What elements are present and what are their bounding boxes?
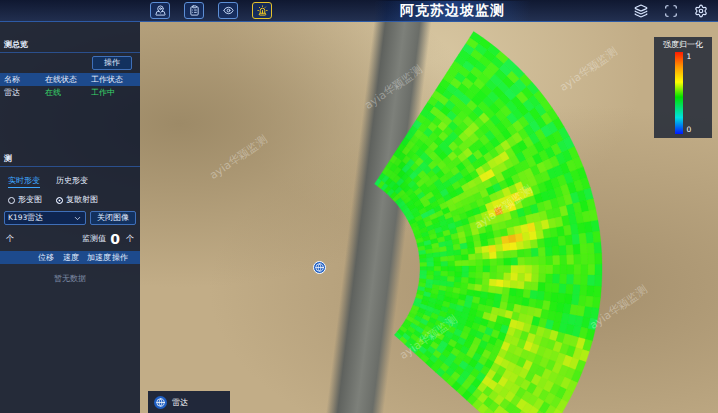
legend-ticks: 10 xyxy=(687,52,692,134)
select-row: K193雷达关闭图像 xyxy=(0,208,140,228)
action-group xyxy=(632,2,710,20)
monitor-table-header: 位移速度加速度操作 xyxy=(0,251,140,264)
alarm-icon xyxy=(257,5,268,16)
globe-icon xyxy=(315,263,324,272)
tab[interactable]: 实时形变 xyxy=(8,175,40,188)
radio-dot xyxy=(56,197,63,204)
column-header: 在线状态 xyxy=(45,75,90,85)
device-row[interactable]: 雷达在线工作中 xyxy=(0,86,140,99)
column-header: 操作 xyxy=(112,253,136,263)
tab[interactable]: 历史形变 xyxy=(56,175,88,188)
tab-row: 实时形变 历史形变 xyxy=(0,173,140,190)
tool-button[interactable] xyxy=(150,2,170,19)
device-panel-title: 测总览 xyxy=(0,37,140,53)
column-header: 工作状态 xyxy=(91,75,136,85)
radio-dot xyxy=(8,197,15,204)
page-title: 阿克苏边坡监测 xyxy=(374,1,531,21)
column-header: 加速度 xyxy=(87,253,111,263)
settings-icon xyxy=(694,4,708,18)
close-image-button[interactable]: 关闭图像 xyxy=(90,211,136,225)
map[interactable]: 强度归一化 10 雷达 xyxy=(140,22,718,413)
watermark: ayia华颖监测 xyxy=(472,182,536,233)
radio-group: 形变图 复散射图 xyxy=(0,190,140,208)
action-button[interactable] xyxy=(662,2,680,20)
empty-text: 暂无数据 xyxy=(0,264,140,294)
top-bar: 阿克苏边坡监测 xyxy=(0,0,718,22)
counter-value: 0 xyxy=(110,231,120,247)
table-cell: 在线 xyxy=(45,88,90,98)
body: 测总览操作名称在线状态工作状态雷达在线工作中测实时形变历史形变形变图复散射图K1… xyxy=(0,22,718,413)
tool-group xyxy=(150,2,272,19)
radar-pin[interactable] xyxy=(313,261,326,274)
counter-unit: 个 xyxy=(126,234,134,244)
action-row: 操作 xyxy=(0,53,140,73)
column-header: 名称 xyxy=(4,75,45,85)
eye-icon xyxy=(223,5,234,16)
layers-icon xyxy=(634,4,648,18)
operate-button[interactable]: 操作 xyxy=(92,56,132,70)
legend-title: 强度归一化 xyxy=(663,40,703,50)
action-button[interactable] xyxy=(692,2,710,20)
layer-legend[interactable]: 雷达 xyxy=(148,391,230,413)
pin-icon xyxy=(155,5,166,16)
globe-icon xyxy=(154,396,167,409)
color-bar xyxy=(675,52,683,134)
title-wrap: 阿克苏边坡监测 xyxy=(272,1,632,21)
counter-unit: 个 xyxy=(6,234,14,244)
column-header: 位移 xyxy=(38,253,62,263)
device-select[interactable]: K193雷达 xyxy=(4,211,86,225)
monitor-counter: 个监测值0个 xyxy=(0,228,140,251)
radio-option[interactable]: 形变图 xyxy=(8,195,42,205)
action-button[interactable] xyxy=(632,2,650,20)
watermark: ayia华颖监测 xyxy=(587,282,651,333)
watermark: ayia华颖监测 xyxy=(362,62,426,113)
left-panel: 测总览操作名称在线状态工作状态雷达在线工作中测实时形变历史形变形变图复散射图K1… xyxy=(0,22,140,413)
device-table-header: 名称在线状态工作状态 xyxy=(0,73,140,86)
table-cell: 雷达 xyxy=(4,88,45,98)
radio-option[interactable]: 复散射图 xyxy=(56,195,98,205)
tool-button[interactable] xyxy=(252,2,272,19)
fullscreen-icon xyxy=(664,4,678,18)
tool-button[interactable] xyxy=(218,2,238,19)
watermark: ayia华颖监测 xyxy=(557,44,621,95)
tool-button[interactable] xyxy=(184,2,204,19)
watermark: ayia华颖监测 xyxy=(397,312,461,363)
chevron-down-icon xyxy=(73,214,82,223)
counter-label: 监测值 xyxy=(82,234,106,244)
intensity-legend: 强度归一化 10 xyxy=(654,37,712,138)
legend-body: 10 xyxy=(675,52,692,134)
column-header: 速度 xyxy=(63,253,87,263)
monitor-panel-title: 测 xyxy=(0,151,140,167)
dashboard: 阿克苏边坡监测测总览操作名称在线状态工作状态雷达在线工作中测实时形变历史形变形变… xyxy=(0,0,718,413)
table-cell: 工作中 xyxy=(91,88,136,98)
watermark: ayia华颖监测 xyxy=(207,132,271,183)
list-icon xyxy=(189,5,200,16)
